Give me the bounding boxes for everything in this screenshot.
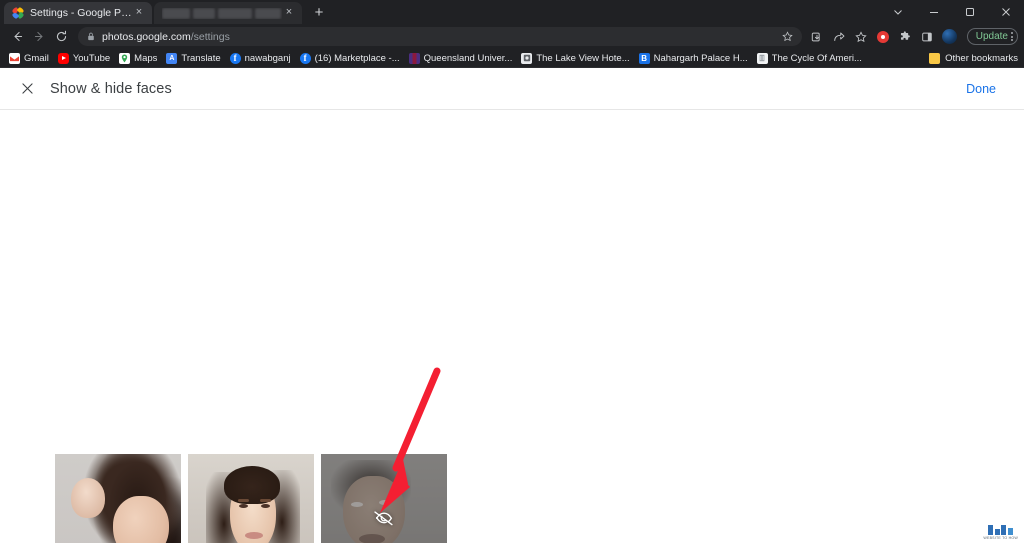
other-bookmarks-button[interactable]: Other bookmarks: [929, 52, 1018, 64]
window-controls: [880, 0, 1024, 24]
lock-icon: [87, 32, 95, 41]
bookmark-label: The Lake View Hote...: [536, 52, 630, 64]
bookmark-translate[interactable]: A Translate: [163, 50, 226, 67]
bookmark-maps[interactable]: Maps: [116, 50, 163, 67]
tab-title: Settings - Google Photos: [30, 7, 132, 19]
side-panel-icon[interactable]: [918, 27, 937, 46]
hidden-face-dim-overlay: [321, 454, 447, 543]
page-header: Show & hide faces Done: [0, 68, 1024, 110]
extensions-puzzle-icon[interactable]: [896, 27, 915, 46]
bookmark-label: Maps: [134, 52, 158, 64]
bookmark-star-icon[interactable]: [776, 31, 793, 42]
bookmark-gmail[interactable]: Gmail: [6, 50, 55, 67]
url-domain: photos.google.com: [102, 30, 191, 43]
google-translate-icon: A: [166, 52, 178, 64]
face-eye-right: [261, 504, 270, 508]
address-bar[interactable]: photos.google.com/settings: [78, 27, 802, 46]
bookmark-label: (16) Marketplace -...: [314, 52, 400, 64]
generic-site-icon: [521, 52, 533, 64]
face-thumbnail-3[interactable]: [321, 454, 447, 543]
bookmark-youtube[interactable]: YouTube: [55, 50, 116, 67]
face-hair-top: [224, 466, 280, 504]
queensland-university-icon: [408, 52, 420, 64]
maximize-icon[interactable]: [952, 0, 988, 24]
tab-strip: Settings - Google Photos × × +: [0, 0, 1024, 24]
bookmark-nahargarh-palace[interactable]: B Nahargarh Palace H...: [636, 50, 754, 67]
bookmark-label: Translate: [181, 52, 221, 64]
face-hand: [71, 478, 105, 518]
bookmark-label: Queensland Univer...: [423, 52, 513, 64]
close-x-icon[interactable]: [14, 76, 40, 102]
folder-icon: [929, 52, 941, 64]
blurred-favicon: [162, 7, 282, 19]
bookmark-label: Gmail: [24, 52, 49, 64]
face-eye-left: [239, 504, 248, 508]
browser-toolbar-icons: Update: [808, 27, 1018, 46]
faces-grid: uick and short acting namely: [55, 454, 447, 543]
star-icon[interactable]: [852, 27, 871, 46]
facebook-icon: f: [299, 52, 311, 64]
watermark-text: WEBSITE TO HOW: [983, 536, 1018, 540]
watermark-logo: WEBSITE TO HOW: [983, 525, 1018, 540]
profile-avatar-icon[interactable]: [940, 27, 959, 46]
bookmark-label: Nahargarh Palace H...: [653, 52, 748, 64]
gmail-icon: [9, 52, 20, 64]
chevron-down-icon[interactable]: [880, 0, 916, 24]
minimize-icon[interactable]: [916, 0, 952, 24]
reload-icon[interactable]: [50, 26, 72, 48]
bookmarks-bar: Gmail YouTube Maps A Translate f nawabga…: [0, 49, 1024, 68]
bookmark-marketplace[interactable]: f (16) Marketplace -...: [297, 50, 406, 67]
url-text: photos.google.com/settings: [102, 31, 230, 43]
url-path: /settings: [190, 30, 230, 43]
browser-chrome: Settings - Google Photos × × +: [0, 0, 1024, 68]
new-tab-button[interactable]: +: [308, 2, 330, 24]
close-icon[interactable]: ×: [282, 6, 296, 20]
navigation-toolbar: photos.google.com/settings Update: [0, 24, 1024, 49]
face-mouth: [245, 532, 263, 539]
wth-logo-icon: [988, 525, 1013, 535]
face-brow-right: [260, 499, 271, 502]
close-icon[interactable]: ×: [132, 6, 146, 20]
install-app-icon[interactable]: [808, 27, 827, 46]
bookmark-label: YouTube: [72, 52, 111, 64]
other-bookmarks-label: Other bookmarks: [945, 52, 1018, 64]
tab-settings-google-photos[interactable]: Settings - Google Photos ×: [4, 2, 152, 24]
screen-recorder-icon[interactable]: [874, 27, 893, 46]
bookmark-cycle-of-ameri[interactable]: The Cycle Of Ameri...: [754, 50, 868, 67]
face-thumbnail-2[interactable]: uick and short acting namely: [188, 454, 314, 543]
booking-icon: B: [638, 52, 650, 64]
bookmark-label: The Cycle Of Ameri...: [771, 52, 862, 64]
tab-blurred[interactable]: ×: [154, 2, 302, 24]
eye-slash-hidden-icon[interactable]: [373, 507, 395, 529]
bookmark-lake-view-hotel[interactable]: The Lake View Hote...: [518, 50, 635, 67]
update-label: Update: [975, 31, 1008, 42]
google-maps-icon: [119, 52, 131, 64]
forward-arrow-icon[interactable]: [28, 26, 50, 48]
close-icon[interactable]: [988, 0, 1024, 24]
face-thumbnail-1[interactable]: [55, 454, 181, 543]
share-icon[interactable]: [830, 27, 849, 46]
face-skin: [113, 496, 169, 543]
google-photos-icon: [12, 7, 24, 19]
page-content: Show & hide faces Done WEBSITE TO HOW: [0, 68, 1024, 543]
three-dot-menu-icon[interactable]: [1011, 32, 1013, 41]
bookmark-label: nawabganj: [244, 52, 291, 64]
facebook-icon: f: [229, 52, 241, 64]
page-title: Show & hide faces: [50, 80, 172, 97]
update-button[interactable]: Update: [966, 28, 1018, 45]
generic-doc-icon: [756, 52, 768, 64]
bookmark-nawabganj[interactable]: f nawabganj: [227, 50, 297, 67]
youtube-icon: [57, 52, 69, 64]
done-button[interactable]: Done: [958, 77, 1004, 101]
bookmark-queensland-university[interactable]: Queensland Univer...: [406, 50, 519, 67]
back-arrow-icon[interactable]: [6, 26, 28, 48]
browser-window: Settings - Google Photos × × +: [0, 0, 1024, 543]
face-brow-left: [238, 499, 249, 502]
